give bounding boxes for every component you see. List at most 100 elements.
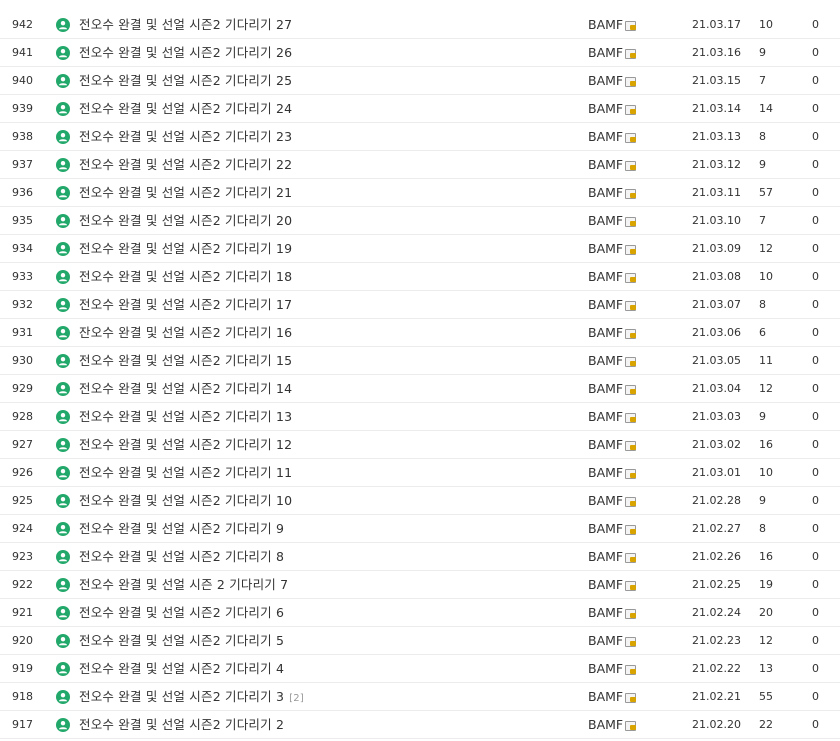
post-author[interactable]: BAMF: [588, 599, 637, 627]
post-title[interactable]: 전오수 완결 및 선얼 시즌2 기다리기 15: [79, 347, 297, 377]
post-title[interactable]: 전오수 완결 및 선얼 시즌2 기다리기 22: [79, 151, 297, 181]
table-row[interactable]: 941 전오수 완결 및 선얼 시즌2 기다리기 26 BAMF 21.03.1…: [0, 39, 840, 67]
table-row[interactable]: 934 전오수 완결 및 선얼 시즌2 기다리기 19 BAMF 21.03.0…: [0, 235, 840, 263]
post-title[interactable]: 전오수 완결 및 선얼 시즌2 기다리기 6: [79, 599, 289, 629]
post-title[interactable]: 전오수 완결 및 선얼 시즌2 기다리기 18: [79, 263, 297, 293]
post-title-link[interactable]: 전오수 완결 및 선얼 시즌2 기다리기 12: [79, 437, 292, 452]
post-author[interactable]: BAMF: [588, 67, 637, 95]
table-row[interactable]: 927 전오수 완결 및 선얼 시즌2 기다리기 12 BAMF 21.03.0…: [0, 431, 840, 459]
post-title-link[interactable]: 전오수 완결 및 선얼 시즌2 기다리기 23: [79, 129, 292, 144]
post-title-link[interactable]: 전오수 완결 및 선얼 시즌2 기다리기 11: [79, 465, 292, 480]
post-title-link[interactable]: 전오수 완결 및 선얼 시즌2 기다리기 26: [79, 45, 292, 60]
table-row[interactable]: 937 전오수 완결 및 선얼 시즌2 기다리기 22 BAMF 21.03.1…: [0, 151, 840, 179]
table-row[interactable]: 938 전오수 완결 및 선얼 시즌2 기다리기 23 BAMF 21.03.1…: [0, 123, 840, 151]
post-title-link[interactable]: 전오수 완결 및 선얼 시즌2 기다리기 27: [79, 17, 292, 32]
post-author[interactable]: BAMF: [588, 487, 637, 515]
author-name[interactable]: BAMF: [588, 185, 623, 200]
table-row[interactable]: 917 전오수 완결 및 선얼 시즌2 기다리기 2 BAMF 21.02.20…: [0, 711, 840, 739]
post-author[interactable]: BAMF: [588, 151, 637, 179]
post-title-link[interactable]: 전오수 완결 및 선얼 시즌2 기다리기 5: [79, 633, 284, 648]
table-row[interactable]: 922 전오수 완결 및 선얼 시즌 2 기다리기 7 BAMF 21.02.2…: [0, 571, 840, 599]
post-title[interactable]: 전오수 완결 및 선얼 시즌2 기다리기 9: [79, 515, 289, 545]
comment-count[interactable]: [2]: [289, 693, 304, 704]
post-author[interactable]: BAMF: [588, 235, 637, 263]
post-author[interactable]: BAMF: [588, 291, 637, 319]
author-name[interactable]: BAMF: [588, 549, 623, 564]
post-author[interactable]: BAMF: [588, 95, 637, 123]
author-name[interactable]: BAMF: [588, 409, 623, 424]
author-name[interactable]: BAMF: [588, 633, 623, 648]
table-row[interactable]: 931 잔오수 완결 및 선얼 시즌2 기다리기 16 BAMF 21.03.0…: [0, 319, 840, 347]
table-row[interactable]: 926 전오수 완결 및 선얼 시즌2 기다리기 11 BAMF 21.03.0…: [0, 459, 840, 487]
post-title[interactable]: 전오수 완결 및 선얼 시즌2 기다리기 2: [79, 711, 289, 741]
post-title-link[interactable]: 전오수 완결 및 선얼 시즌2 기다리기 18: [79, 269, 292, 284]
post-title[interactable]: 전오수 완결 및 선얼 시즌 2 기다리기 7: [79, 571, 293, 601]
post-author[interactable]: BAMF: [588, 655, 637, 683]
post-author[interactable]: BAMF: [588, 123, 637, 151]
post-author[interactable]: BAMF: [588, 347, 637, 375]
table-row[interactable]: 919 전오수 완결 및 선얼 시즌2 기다리기 4 BAMF 21.02.22…: [0, 655, 840, 683]
author-name[interactable]: BAMF: [588, 437, 623, 452]
post-author[interactable]: BAMF: [588, 627, 637, 655]
post-author[interactable]: BAMF: [588, 403, 637, 431]
post-author[interactable]: BAMF: [588, 207, 637, 235]
table-row[interactable]: 939 전오수 완결 및 선얼 시즌2 기다리기 24 BAMF 21.03.1…: [0, 95, 840, 123]
author-name[interactable]: BAMF: [588, 297, 623, 312]
post-title-link[interactable]: 전오수 완결 및 선얼 시즌2 기다리기 25: [79, 73, 292, 88]
post-title-link[interactable]: 전오수 완결 및 선얼 시즌2 기다리기 9: [79, 521, 284, 536]
post-title[interactable]: 전오수 완결 및 선얼 시즌2 기다리기 26: [79, 39, 297, 69]
post-author[interactable]: BAMF: [588, 543, 637, 571]
table-row[interactable]: 921 전오수 완결 및 선얼 시즌2 기다리기 6 BAMF 21.02.24…: [0, 599, 840, 627]
table-row[interactable]: 933 전오수 완결 및 선얼 시즌2 기다리기 18 BAMF 21.03.0…: [0, 263, 840, 291]
post-title-link[interactable]: 전오수 완결 및 선얼 시즌2 기다리기 24: [79, 101, 292, 116]
post-title[interactable]: 전오수 완결 및 선얼 시즌2 기다리기 20: [79, 207, 297, 237]
author-name[interactable]: BAMF: [588, 269, 623, 284]
post-title-link[interactable]: 전오수 완결 및 선얼 시즌2 기다리기 14: [79, 381, 292, 396]
author-name[interactable]: BAMF: [588, 101, 623, 116]
post-author[interactable]: BAMF: [588, 263, 637, 291]
post-title-link[interactable]: 전오수 완결 및 선얼 시즌2 기다리기 2: [79, 717, 284, 732]
post-author[interactable]: BAMF: [588, 459, 637, 487]
post-title-link[interactable]: 전오수 완결 및 선얼 시즌 2 기다리기 7: [79, 577, 288, 592]
author-name[interactable]: BAMF: [588, 689, 623, 704]
post-title-link[interactable]: 전오수 완결 및 선얼 시즌2 기다리기 6: [79, 605, 284, 620]
post-title[interactable]: 전오수 완결 및 선얼 시즌2 기다리기 23: [79, 123, 297, 153]
post-author[interactable]: BAMF: [588, 11, 637, 39]
post-author[interactable]: BAMF: [588, 375, 637, 403]
post-author[interactable]: BAMF: [588, 571, 637, 599]
post-title-link[interactable]: 전오수 완결 및 선얼 시즌2 기다리기 8: [79, 549, 284, 564]
author-name[interactable]: BAMF: [588, 17, 623, 32]
author-name[interactable]: BAMF: [588, 577, 623, 592]
author-name[interactable]: BAMF: [588, 325, 623, 340]
author-name[interactable]: BAMF: [588, 605, 623, 620]
post-title-link[interactable]: 전오수 완결 및 선얼 시즌2 기다리기 10: [79, 493, 292, 508]
post-title[interactable]: 전오수 완결 및 선얼 시즌2 기다리기 14: [79, 375, 297, 405]
post-title[interactable]: 전오수 완결 및 선얼 시즌2 기다리기 3 [2]: [79, 683, 304, 713]
post-author[interactable]: BAMF: [588, 683, 637, 711]
post-title[interactable]: 전오수 완결 및 선얼 시즌2 기다리기 4: [79, 655, 289, 685]
post-author[interactable]: BAMF: [588, 515, 637, 543]
table-row[interactable]: 929 전오수 완결 및 선얼 시즌2 기다리기 14 BAMF 21.03.0…: [0, 375, 840, 403]
author-name[interactable]: BAMF: [588, 73, 623, 88]
table-row[interactable]: 936 전오수 완결 및 선얼 시즌2 기다리기 21 BAMF 21.03.1…: [0, 179, 840, 207]
author-name[interactable]: BAMF: [588, 129, 623, 144]
table-row[interactable]: 932 전오수 완결 및 선얼 시즌2 기다리기 17 BAMF 21.03.0…: [0, 291, 840, 319]
table-row[interactable]: 930 전오수 완결 및 선얼 시즌2 기다리기 15 BAMF 21.03.0…: [0, 347, 840, 375]
table-row[interactable]: 918 전오수 완결 및 선얼 시즌2 기다리기 3 [2] BAMF 21.02…: [0, 683, 840, 711]
author-name[interactable]: BAMF: [588, 381, 623, 396]
table-row[interactable]: 924 전오수 완결 및 선얼 시즌2 기다리기 9 BAMF 21.02.27…: [0, 515, 840, 543]
post-title[interactable]: 전오수 완결 및 선얼 시즌2 기다리기 25: [79, 67, 297, 97]
author-name[interactable]: BAMF: [588, 465, 623, 480]
post-title[interactable]: 전오수 완결 및 선얼 시즌2 기다리기 11: [79, 459, 297, 489]
post-author[interactable]: BAMF: [588, 39, 637, 67]
post-title[interactable]: 전오수 완결 및 선얼 시즌2 기다리기 24: [79, 95, 297, 125]
table-row[interactable]: 925 전오수 완결 및 선얼 시즌2 기다리기 10 BAMF 21.02.2…: [0, 487, 840, 515]
author-name[interactable]: BAMF: [588, 353, 623, 368]
author-name[interactable]: BAMF: [588, 661, 623, 676]
table-row[interactable]: 942 전오수 완결 및 선얼 시즌2 기다리기 27 BAMF 21.03.1…: [0, 11, 840, 39]
post-title-link[interactable]: 전오수 완결 및 선얼 시즌2 기다리기 13: [79, 409, 292, 424]
post-title[interactable]: 전오수 완결 및 선얼 시즌2 기다리기 8: [79, 543, 289, 573]
post-title-link[interactable]: 전오수 완결 및 선얼 시즌2 기다리기 17: [79, 297, 292, 312]
post-title[interactable]: 전오수 완결 및 선얼 시즌2 기다리기 19: [79, 235, 297, 265]
table-row[interactable]: 935 전오수 완결 및 선얼 시즌2 기다리기 20 BAMF 21.03.1…: [0, 207, 840, 235]
